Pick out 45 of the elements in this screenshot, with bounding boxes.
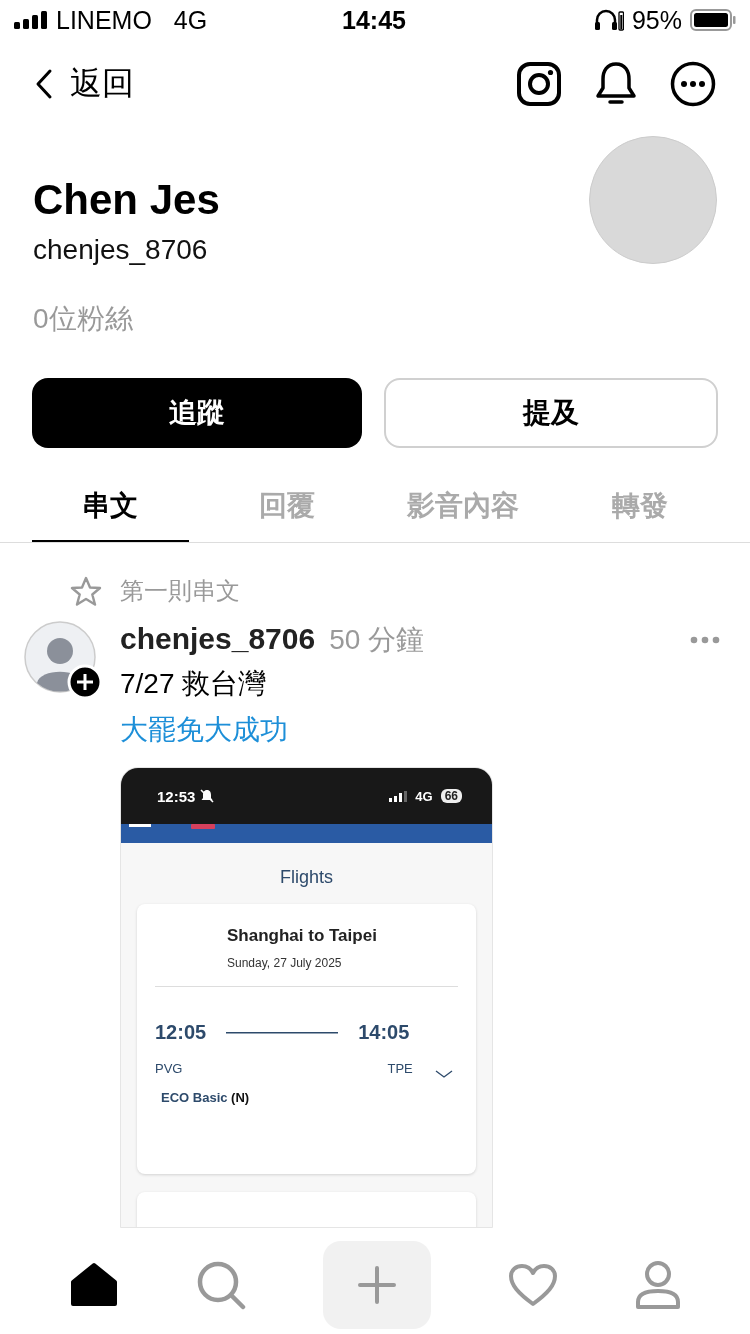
- search-icon[interactable]: [195, 1259, 246, 1310]
- headphones-icon: [593, 9, 624, 31]
- arrival-time: 14:05: [358, 1021, 410, 1044]
- screenshot-time: 12:53: [157, 787, 196, 805]
- clock-time: 14:45: [342, 5, 406, 35]
- post-screenshot[interactable]: 12:53 4G 66 Flights Shanghai to Taipei Sunday, 27 July 2025 12:05 14:05 PVG TPE ECO Basic (N): [120, 767, 493, 1228]
- screenshot-heading: Flights: [279, 867, 334, 888]
- star-icon: [70, 576, 102, 606]
- post-text: 7/27 救台灣: [120, 667, 268, 701]
- back-button[interactable]: 返回: [34, 62, 134, 106]
- network-type: 4G: [173, 5, 208, 35]
- more-options-icon[interactable]: [670, 61, 716, 107]
- camera-icon[interactable]: [516, 61, 562, 107]
- heart-icon[interactable]: [508, 1262, 559, 1307]
- back-chevron-icon[interactable]: [34, 68, 54, 100]
- screenshot-network: 4G: [415, 788, 433, 804]
- signal-icon: [14, 11, 48, 29]
- pinned-label: 第一則串文: [120, 576, 240, 606]
- flight-date: Sunday, 27 July 2025: [226, 956, 343, 970]
- departure-time: 12:05: [155, 1021, 207, 1044]
- profile-handle: chenjes_8706: [33, 234, 209, 266]
- fare-type: ECO Basic (N): [160, 1090, 251, 1105]
- profile-tab[interactable]: 串文: [32, 472, 189, 542]
- user-avatar-icon[interactable]: [24, 621, 102, 699]
- profile-name: Chen Jes: [33, 176, 220, 224]
- post-author[interactable]: chenjes_8706: [120, 622, 316, 656]
- home-icon[interactable]: [68, 1261, 119, 1308]
- battery-icon: [690, 9, 736, 31]
- hashtag-link[interactable]: 大罷免大成功: [120, 711, 720, 749]
- follow-button[interactable]: 追蹤: [32, 378, 362, 448]
- person-icon[interactable]: [635, 1259, 682, 1310]
- mention-button[interactable]: 提及: [384, 378, 718, 448]
- battery-percent: 95%: [631, 5, 682, 35]
- mute-bell-icon: [199, 788, 216, 804]
- carrier-name: LINEMO: [56, 5, 152, 35]
- screenshot-battery: 66: [440, 789, 462, 803]
- airline-logo-icon: [191, 824, 215, 829]
- compose-button[interactable]: [322, 1240, 431, 1329]
- post-time: 50 分鐘: [329, 623, 425, 657]
- arrival-airport: TPE: [387, 1060, 413, 1076]
- chevron-down-icon[interactable]: [434, 1070, 453, 1078]
- departure-airport: PVG: [155, 1060, 183, 1076]
- menu-icon: [129, 824, 151, 828]
- flight-route: Shanghai to Taipei: [226, 926, 378, 946]
- signal-icon: [389, 790, 408, 802]
